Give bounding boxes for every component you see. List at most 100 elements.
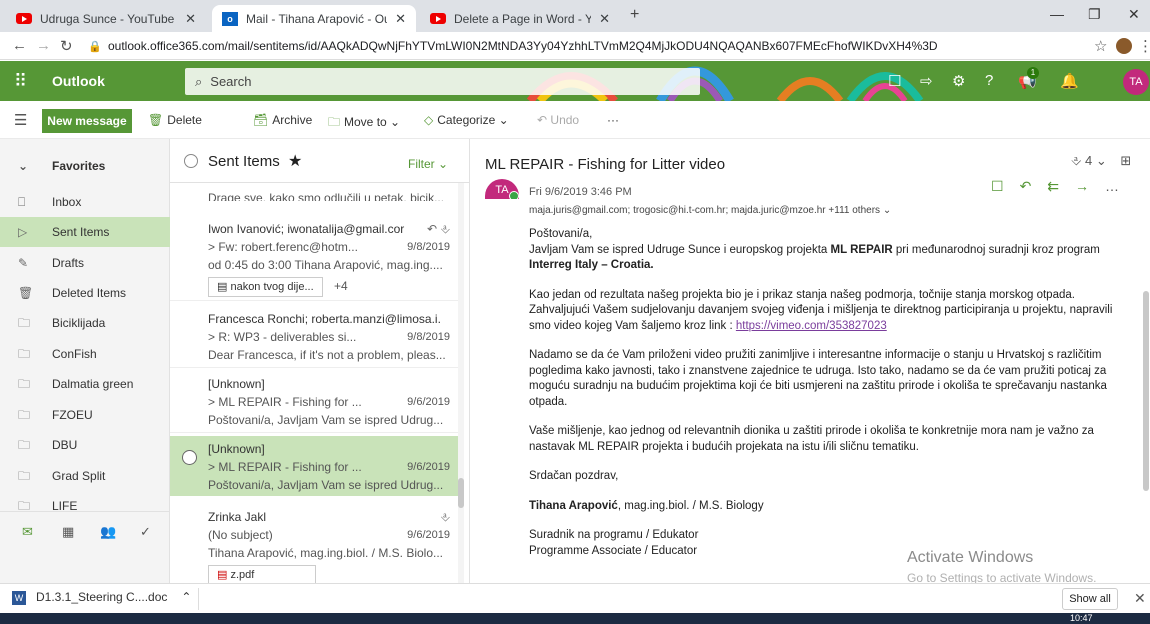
message-item-selected[interactable]: [Unknown] > ML REPAIR - Fishing for ... 9…: [170, 436, 460, 496]
mail-icon[interactable]: ✉: [22, 524, 33, 540]
folder-confish[interactable]: 🗀 ConFish: [0, 339, 170, 369]
folder-icon: 🗀: [18, 408, 31, 422]
divider: [198, 588, 199, 610]
close-tab-icon[interactable]: ✕: [599, 11, 610, 27]
app-name[interactable]: Outlook: [52, 73, 105, 89]
expand-icon[interactable]: ⊞: [1120, 153, 1131, 168]
folder-label: Biciklijada: [52, 316, 106, 330]
reload-icon[interactable]: ↻: [60, 37, 73, 55]
react-icon[interactable]: ☐: [991, 178, 1020, 194]
reading-scrollbar[interactable]: [1143, 179, 1149, 583]
search-box[interactable]: ⌕ Search: [185, 68, 700, 95]
windows-taskbar: 10:47: [0, 613, 1150, 624]
folder-biciklijada[interactable]: 🗀 Biciklijada: [0, 308, 170, 338]
attachment-count[interactable]: 4: [1085, 153, 1092, 168]
maximize-icon[interactable]: ❐: [1088, 6, 1101, 23]
browser-tab-active[interactable]: o Mail - Tihana Arapović - Outlook ✕: [212, 5, 416, 32]
help-icon[interactable]: ?: [985, 72, 993, 89]
more-attachments[interactable]: +4: [334, 279, 348, 293]
select-all-checkbox[interactable]: [184, 154, 198, 168]
folder-fzoeu[interactable]: 🗀 FZOEU: [0, 400, 170, 430]
trash-icon: 🗑: [18, 286, 34, 300]
calendar-icon[interactable]: ▦: [62, 524, 74, 540]
forward-icon[interactable]: ⇨: [920, 72, 933, 90]
user-avatar[interactable]: TA: [1123, 69, 1149, 95]
delete-button[interactable]: 🗑 Delete: [148, 113, 202, 127]
new-tab-button[interactable]: +: [630, 6, 639, 24]
settings-gear-icon[interactable]: ⚙: [952, 72, 965, 90]
vimeo-link[interactable]: https://vimeo.com/353827023: [736, 320, 887, 332]
hamburger-icon[interactable]: ☰: [14, 111, 27, 129]
scrollbar-thumb[interactable]: [1143, 291, 1149, 491]
url-field[interactable]: outlook.office365.com/mail/sentitems/id/…: [108, 36, 1108, 56]
move-to-label: Move to: [344, 115, 387, 129]
back-icon[interactable]: ←: [12, 37, 27, 54]
menu-icon[interactable]: ⋮: [1138, 37, 1150, 55]
browser-tab[interactable]: Delete a Page in Word - YouTube ✕: [420, 5, 620, 32]
message-subject: > ML REPAIR - Fishing for ...: [208, 460, 362, 474]
chevron-up-icon[interactable]: ⌃: [181, 590, 191, 604]
bookmark-star-icon[interactable]: ☆: [1094, 37, 1107, 55]
recipients[interactable]: maja.juris@gmail.com; trogosic@hi.t-com.…: [529, 205, 891, 216]
folder-dalmatia-green[interactable]: 🗀 Dalmatia green: [0, 369, 170, 399]
chevron-down-icon[interactable]: ⌄: [1096, 153, 1107, 168]
message-list-header: Sent Items ★ Filter ⌄: [170, 139, 470, 183]
close-tab-icon[interactable]: ✕: [395, 11, 406, 27]
download-item[interactable]: W D1.3.1_Steering C....doc ⌃: [12, 590, 191, 605]
close-download-bar-icon[interactable]: ✕: [1134, 590, 1146, 607]
select-radio[interactable]: [182, 450, 197, 465]
archive-button[interactable]: 🗃 Archive: [253, 113, 312, 127]
new-message-button[interactable]: New message: [42, 109, 132, 133]
folder-sent-items[interactable]: ▷ Sent Items: [0, 217, 170, 247]
undo-button[interactable]: ↶ Undo: [537, 113, 579, 127]
more-commands-button[interactable]: ···: [607, 113, 619, 127]
folder-drafts[interactable]: ✎ Drafts: [0, 248, 170, 278]
categorize-label: Categorize: [437, 113, 496, 127]
message-item[interactable]: Drage sve, kako smo odlučili u petak, bi…: [170, 183, 460, 213]
profile-avatar[interactable]: [1116, 38, 1132, 54]
people-icon[interactable]: 👥: [100, 524, 116, 540]
tag-icon: ◇: [424, 113, 434, 127]
reply-all-icon[interactable]: ⇇: [1047, 178, 1075, 194]
folder-inbox[interactable]: ⎕ Inbox: [0, 187, 170, 217]
signature-name: Tihana Arapović, mag.ing.biol. / M.S. Bi…: [529, 499, 1129, 515]
favorite-star-icon[interactable]: ★: [288, 151, 302, 171]
todo-icon[interactable]: ✓: [140, 524, 151, 540]
message-item[interactable]: Francesca Ronchi; roberta.manzi@limosa.i…: [170, 306, 460, 368]
browser-tab[interactable]: Udruga Sunce - YouTube ✕: [6, 5, 206, 32]
teams-icon[interactable]: ☐: [888, 72, 901, 90]
folder-grad-split[interactable]: 🗀 Grad Split: [0, 461, 170, 491]
folder-dbu[interactable]: 🗀 DBU: [0, 430, 170, 460]
forward-icon[interactable]: →: [36, 37, 51, 54]
show-all-button[interactable]: Show all: [1062, 588, 1118, 610]
bell-icon[interactable]: 🔔: [1060, 72, 1079, 90]
signer-name: Tihana Arapović: [529, 499, 618, 512]
reply-icon[interactable]: ↶: [1020, 178, 1048, 194]
message-recipient: [Unknown]: [208, 377, 265, 391]
message-item[interactable]: Iwon Ivanović; iwonatalija@gmail.cor ↶ ⎀ …: [170, 216, 460, 301]
filter-button[interactable]: Filter ⌄: [408, 157, 448, 171]
scrollbar-thumb[interactable]: [458, 478, 464, 508]
folder-deleted-items[interactable]: 🗑 Deleted Items: [0, 278, 170, 308]
window-close-icon[interactable]: ✕: [1128, 6, 1140, 23]
filter-label: Filter: [408, 157, 435, 171]
app-launcher-icon[interactable]: ⠿: [14, 71, 27, 92]
list-scrollbar[interactable]: [458, 183, 464, 583]
message-item[interactable]: Zrinka Jakl ⎀ (No subject) 9/6/2019 Tihana…: [170, 504, 460, 583]
forward-icon[interactable]: →: [1075, 178, 1105, 194]
favorites-header[interactable]: ⌄ Favorites: [0, 151, 170, 181]
attachment-chip[interactable]: ▤ z.pdf: [208, 565, 316, 583]
minimize-icon[interactable]: —: [1050, 6, 1064, 22]
more-icon[interactable]: …: [1105, 178, 1135, 194]
message-item[interactable]: [Unknown] > ML REPAIR - Fishing for ... 9…: [170, 371, 460, 433]
move-to-button[interactable]: 🗀 Move to ⌄: [328, 113, 400, 134]
folder-label: Inbox: [52, 195, 82, 209]
categorize-button[interactable]: ◇ Categorize ⌄: [424, 113, 509, 127]
chevron-down-icon[interactable]: ⌄: [883, 205, 891, 216]
reading-tools: ⎀ 4 ⌄ ⊞: [1071, 153, 1131, 169]
address-bar: ← → ↻ 🔒 outlook.office365.com/mail/senti…: [0, 32, 1150, 60]
message-recipient: Francesca Ronchi; roberta.manzi@limosa.i…: [208, 312, 441, 326]
close-tab-icon[interactable]: ✕: [185, 11, 196, 27]
youtube-icon: [430, 13, 446, 24]
attachment-chip[interactable]: ▤ nakon tvog dije...: [208, 277, 323, 297]
